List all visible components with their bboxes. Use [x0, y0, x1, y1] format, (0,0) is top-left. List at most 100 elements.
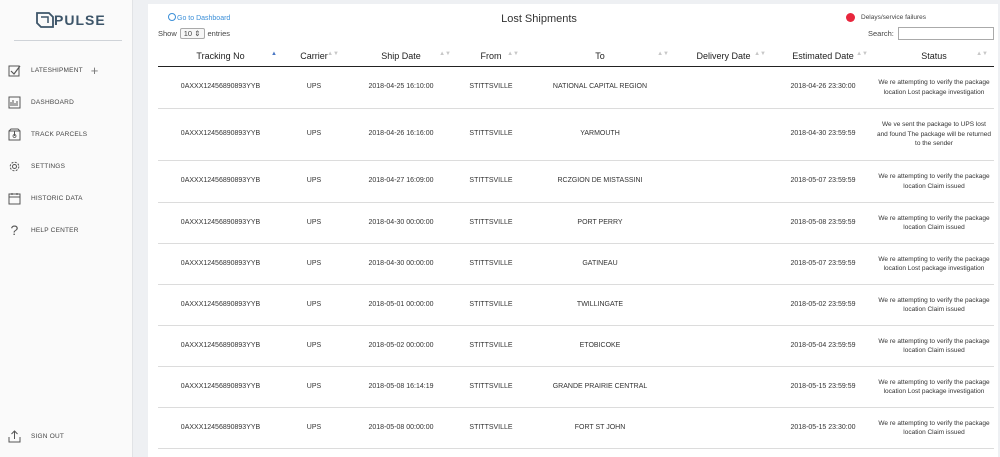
table-row[interactable]: 0AXXX12456890893YYB UPS 2018-05-08 16:14:1…	[158, 366, 994, 408]
cell-tracking-no: 0AXXX12456890893YYB	[158, 407, 283, 449]
cell-status: We re attempting to verify the package l…	[874, 66, 994, 109]
cell-from: STITTSVILLE	[457, 160, 525, 203]
sidebar-item-lateshipment[interactable]: LATESHIPMENT +	[8, 61, 99, 79]
sidebar-item-label: SETTINGS	[31, 162, 66, 170]
table-row[interactable]: 0AXXX12456890893YYB UPS 2018-04-26 16:16:0…	[158, 108, 994, 161]
cell-from: STITTSVILLE	[457, 284, 525, 326]
table-row[interactable]: 0AXXX12456890893YYB UPS 2018-05-02 00:00:0…	[158, 325, 994, 367]
sign-out-icon	[8, 429, 21, 443]
cell-carrier: UPS	[283, 243, 345, 285]
cell-estimated-date: 2018-05-08 23:59:59	[772, 202, 874, 244]
sort-icon: ▲▼	[754, 51, 766, 57]
cell-tracking-no: 0AXXX12456890893YYB	[158, 284, 283, 326]
cell-estimated-date: 2018-05-07 23:59:59	[772, 243, 874, 285]
legend-label: Delays/service failures	[861, 14, 927, 21]
sidebar-item-dashboard[interactable]: DASHBOARD	[8, 93, 74, 111]
column-header-estimated-date[interactable]: Estimated Date ▲▼	[772, 45, 874, 67]
column-header-status[interactable]: Status ▲▼	[874, 45, 994, 67]
cell-to: YARMOUTH	[525, 108, 675, 161]
cell-carrier: UPS	[283, 66, 345, 109]
cell-to: TWILLINGATE	[525, 284, 675, 326]
cell-delivery-date	[675, 407, 772, 449]
sort-icon: ▲▼	[657, 51, 669, 57]
table-row[interactable]: 0AXXX12456890893YYB UPS 2018-04-25 16:10:0…	[158, 66, 994, 109]
sort-icon: ▲▼	[856, 51, 868, 57]
sort-icon: ▲▼	[507, 51, 519, 57]
table-row[interactable]: 0AXXX12456890893YYB UPS 2018-04-30 00:00:0…	[158, 243, 994, 285]
calendar-icon	[8, 192, 21, 205]
table-row[interactable]: 0AXXX12456890893YYB UPS 2018-05-01 00:00:0…	[158, 284, 994, 326]
logo-divider	[14, 40, 122, 41]
cell-delivery-date	[675, 366, 772, 408]
cell-tracking-no: 0AXXX12456890893YYB	[158, 243, 283, 285]
cell-tracking-no: 0AXXX12456890893YYB	[158, 66, 283, 109]
cell-estimated-date: 2018-05-02 23:59:59	[772, 284, 874, 326]
entries-selector: Show 10 ⇕ entries	[158, 28, 230, 39]
legend: Delays/service failures	[846, 13, 926, 22]
sidebar-item-label: LATESHIPMENT	[31, 66, 83, 74]
sign-out-label: SIGN OUT	[31, 432, 65, 440]
cell-delivery-date	[675, 108, 772, 161]
sidebar-item-label: DASHBOARD	[31, 98, 74, 106]
sidebar-item-historic-data[interactable]: HISTORIC DATA	[8, 189, 83, 207]
sidebar: PULSE LATESHIPMENT + DASHBOARD TRACK PAR…	[0, 0, 133, 457]
column-header-tracking-no[interactable]: Tracking No ▲	[158, 45, 283, 67]
column-header-carrier[interactable]: Carrier ▲▼	[283, 45, 345, 67]
cell-to: RCZGION DE MISTASSINI	[525, 160, 675, 203]
cell-carrier: UPS	[283, 202, 345, 244]
show-label: Show	[158, 29, 177, 38]
cell-status: We ve sent the package to UPS lost and f…	[874, 108, 994, 161]
cell-tracking-no: 0AXXX12456890893YYB	[158, 202, 283, 244]
pulse-logo-icon	[36, 12, 54, 28]
cell-delivery-date	[675, 202, 772, 244]
sidebar-item-settings[interactable]: SETTINGS	[8, 157, 65, 175]
sort-icon: ▲▼	[439, 51, 451, 57]
sign-out-button[interactable]: SIGN OUT	[8, 427, 64, 445]
cell-from: STITTSVILLE	[457, 366, 525, 408]
dashboard-icon	[8, 96, 21, 109]
cell-status: We re attempting to verify the package l…	[874, 407, 994, 449]
select-arrows-icon: ⇕	[194, 29, 201, 38]
sidebar-item-label: HISTORIC DATA	[31, 194, 83, 202]
cell-estimated-date: 2018-05-07 23:59:59	[772, 160, 874, 203]
table-row[interactable]: 0AXXX12456890893YYB UPS 2018-04-27 16:09:0…	[158, 160, 994, 203]
cell-status: We re attempting to verify the package l…	[874, 284, 994, 326]
cell-delivery-date	[675, 284, 772, 326]
cell-ship-date: 2018-05-01 00:00:00	[345, 284, 457, 326]
cell-delivery-date	[675, 325, 772, 367]
cell-tracking-no: 0AXXX12456890893YYB	[158, 108, 283, 161]
cell-carrier: UPS	[283, 325, 345, 367]
cell-carrier: UPS	[283, 108, 345, 161]
sort-icon: ▲▼	[327, 51, 339, 57]
table-row[interactable]: 0AXXX12456890893YYB UPS 2018-04-30 00:00:0…	[158, 202, 994, 244]
column-header-from[interactable]: From ▲▼	[457, 45, 525, 67]
logo[interactable]: PULSE	[36, 10, 106, 30]
lost-shipments-table: Tracking No ▲ Carrier ▲▼ Ship Date ▲▼ From ▲…	[158, 45, 994, 449]
entries-select[interactable]: 10 ⇕	[179, 28, 205, 39]
main-panel: Go to Dashboard Lost Shipments Delays/se…	[148, 4, 998, 457]
column-header-to[interactable]: To ▲▼	[525, 45, 675, 67]
cell-ship-date: 2018-04-30 00:00:00	[345, 202, 457, 244]
cell-to: NATIONAL CAPITAL REGION	[525, 66, 675, 109]
question-icon: ?	[10, 222, 19, 238]
search-input[interactable]	[897, 27, 994, 40]
cell-estimated-date: 2018-05-15 23:30:00	[772, 407, 874, 449]
sidebar-item-track-parcels[interactable]: TRACK PARCELS	[8, 125, 87, 143]
column-header-ship-date[interactable]: Ship Date ▲▼	[345, 45, 457, 67]
search-label: Search:	[868, 29, 894, 38]
cell-delivery-date	[675, 160, 772, 203]
table-header-row: Tracking No ▲ Carrier ▲▼ Ship Date ▲▼ From ▲…	[158, 45, 994, 67]
table-row[interactable]: 0AXXX12456890893YYB UPS 2018-05-08 00:00:0…	[158, 407, 994, 449]
cell-carrier: UPS	[283, 366, 345, 408]
checkbox-icon	[8, 64, 21, 77]
cell-from: STITTSVILLE	[457, 202, 525, 244]
cell-tracking-no: 0AXXX12456890893YYB	[158, 366, 283, 408]
cell-carrier: UPS	[283, 407, 345, 449]
sort-asc-icon: ▲	[271, 51, 277, 57]
cell-status: We re attempting to verify the package l…	[874, 325, 994, 367]
add-icon[interactable]: +	[91, 64, 99, 77]
column-header-delivery-date[interactable]: Delivery Date ▲▼	[675, 45, 772, 67]
cell-to: ETOBICOKE	[525, 325, 675, 367]
sidebar-item-help-center[interactable]: ? HELP CENTER	[8, 221, 79, 239]
cell-ship-date: 2018-04-27 16:09:00	[345, 160, 457, 203]
